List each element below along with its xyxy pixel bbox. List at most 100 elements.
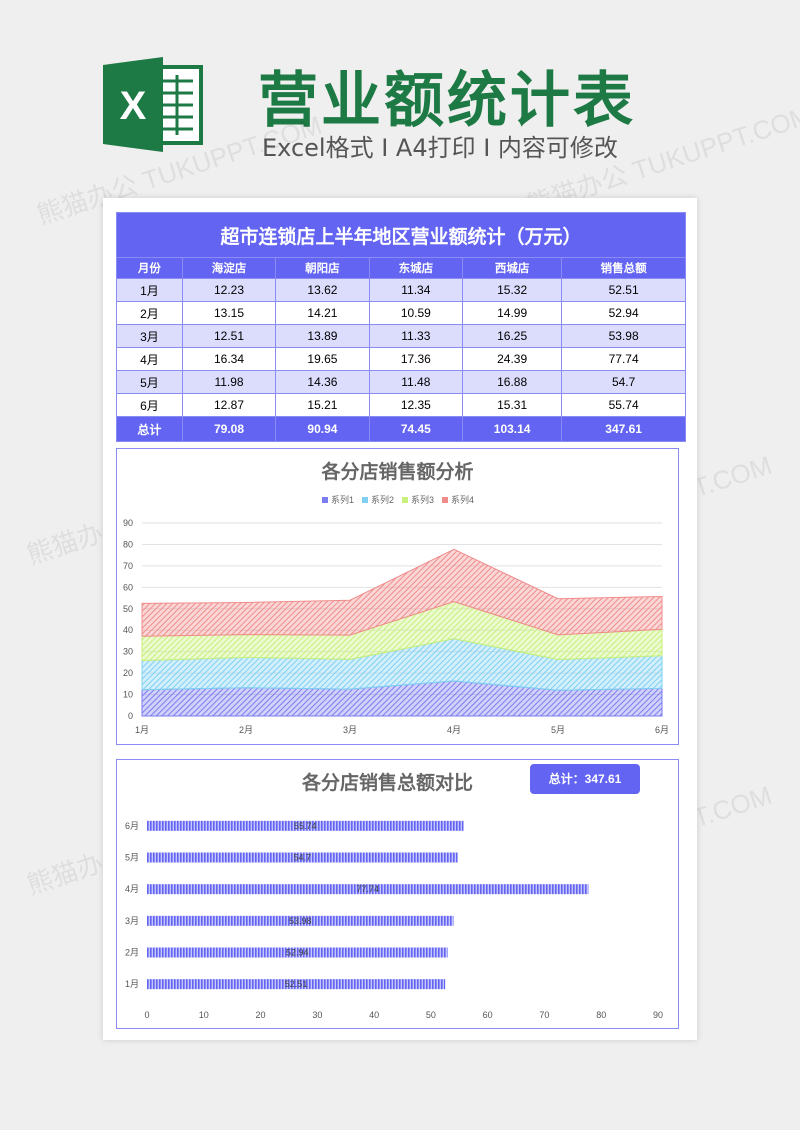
x-tick-label: 0 [144, 1010, 149, 1020]
x-tick-label: 40 [369, 1010, 379, 1020]
x-tick-label: 80 [596, 1010, 606, 1020]
legend-label: 系列4 [451, 494, 474, 505]
total-cell: 79.08 [181, 416, 277, 442]
column-header: 海淀店 [181, 257, 277, 279]
category-label: 4月 [125, 884, 139, 894]
x-tick-label: 6月 [655, 725, 669, 735]
value-cell: 16.88 [462, 370, 563, 394]
value-cell: 13.89 [275, 324, 370, 348]
x-tick-label: 90 [653, 1010, 663, 1020]
value-cell: 16.25 [462, 324, 563, 348]
value-cell: 12.23 [181, 278, 277, 302]
table-row: 3月 12.51 13.89 11.33 16.25 53.98 [116, 324, 686, 348]
legend-label: 系列2 [371, 494, 394, 505]
table-row: 6月 12.87 15.21 12.35 15.31 55.74 [116, 393, 686, 417]
legend-swatch [442, 497, 448, 503]
total-cell: 103.14 [462, 416, 563, 442]
value-cell: 53.98 [561, 324, 686, 348]
value-cell: 24.39 [462, 347, 563, 371]
y-tick-label: 10 [123, 690, 133, 700]
y-tick-label: 40 [123, 625, 133, 635]
value-cell: 11.34 [368, 278, 464, 302]
value-cell: 10.59 [368, 301, 464, 325]
month-cell: 6月 [116, 393, 183, 417]
bar-value-label: 55.74 [294, 821, 317, 831]
bar-value-label: 52.94 [286, 948, 309, 958]
table-caption: 超市连锁店上半年地区营业额统计（万元） [116, 212, 686, 258]
value-cell: 15.21 [275, 393, 370, 417]
column-header: 西城店 [462, 257, 563, 279]
value-cell: 11.48 [368, 370, 464, 394]
value-cell: 12.87 [181, 393, 277, 417]
value-cell: 11.98 [181, 370, 277, 394]
legend-swatch [362, 497, 368, 503]
logo-letter: X [120, 84, 147, 128]
bar-value-label: 54.7 [294, 853, 312, 863]
x-tick-label: 60 [483, 1010, 493, 1020]
x-tick-label: 4月 [447, 725, 461, 735]
value-cell: 11.33 [368, 324, 464, 348]
month-cell: 1月 [116, 278, 183, 302]
value-cell: 14.99 [462, 301, 563, 325]
legend-label: 系列3 [411, 494, 434, 505]
document-page: 超市连锁店上半年地区营业额统计（万元） 月份 海淀店 朝阳店 东城店 西城店 销… [103, 198, 697, 1040]
value-cell: 16.34 [181, 347, 277, 371]
total-row: 总计 79.08 90.94 74.45 103.14 347.61 [116, 416, 686, 442]
table-row: 2月 13.15 14.21 10.59 14.99 52.94 [116, 301, 686, 325]
x-tick-label: 30 [312, 1010, 322, 1020]
value-cell: 12.51 [181, 324, 277, 348]
value-cell: 55.74 [561, 393, 686, 417]
table-header-row: 月份 海淀店 朝阳店 东城店 西城店 销售总额 [116, 257, 686, 279]
x-tick-label: 70 [539, 1010, 549, 1020]
value-cell: 17.36 [368, 347, 464, 371]
value-cell: 54.7 [561, 370, 686, 394]
excel-logo-icon: X [103, 57, 203, 152]
x-tick-label: 1月 [135, 725, 149, 735]
y-tick-label: 70 [123, 561, 133, 571]
value-cell: 15.32 [462, 278, 563, 302]
bar-value-label: 52.51 [285, 979, 308, 989]
value-cell: 19.65 [275, 347, 370, 371]
category-label: 3月 [125, 916, 139, 926]
column-header: 销售总额 [561, 257, 686, 279]
bar-value-label: 77.74 [356, 884, 379, 894]
column-header: 月份 [116, 257, 183, 279]
total-cell: 总计 [116, 416, 183, 442]
bar-chart-panel: 各分店销售总额对比 总计：347.61 55.74 6月 54.7 5月 77.74 4月… [116, 759, 679, 1029]
total-cell: 90.94 [275, 416, 370, 442]
y-tick-label: 50 [123, 604, 133, 614]
legend-swatch [402, 497, 408, 503]
x-tick-label: 5月 [551, 725, 565, 735]
month-cell: 2月 [116, 301, 183, 325]
value-cell: 12.35 [368, 393, 464, 417]
value-cell: 52.94 [561, 301, 686, 325]
legend-label: 系列1 [331, 494, 354, 505]
month-cell: 3月 [116, 324, 183, 348]
bar-value-label: 53.98 [289, 916, 312, 926]
category-label: 5月 [125, 853, 139, 863]
table-row: 1月 12.23 13.62 11.34 15.32 52.51 [116, 278, 686, 302]
column-header: 东城店 [368, 257, 464, 279]
y-tick-label: 30 [123, 647, 133, 657]
y-tick-label: 90 [123, 518, 133, 528]
y-tick-label: 0 [128, 711, 133, 721]
bar-chart: 55.74 6月 54.7 5月 77.74 4月 53.98 3月 52.94 2月 52.51 1… [125, 820, 663, 1020]
value-cell: 77.74 [561, 347, 686, 371]
x-tick-label: 10 [199, 1010, 209, 1020]
category-label: 2月 [125, 948, 139, 958]
value-cell: 13.62 [275, 278, 370, 302]
value-cell: 14.21 [275, 301, 370, 325]
y-tick-label: 60 [123, 582, 133, 592]
value-cell: 15.31 [462, 393, 563, 417]
month-cell: 4月 [116, 347, 183, 371]
total-cell: 74.45 [368, 416, 464, 442]
total-cell: 347.61 [561, 416, 686, 442]
value-cell: 52.51 [561, 278, 686, 302]
area-chart: 0 10 20 30 40 50 60 70 80 90 1月 2月 3月 4月 5月 6月 系列1 系列2 系列3… [123, 494, 669, 735]
category-label: 6月 [125, 821, 139, 831]
x-tick-label: 20 [256, 1010, 266, 1020]
value-cell: 13.15 [181, 301, 277, 325]
y-tick-label: 80 [123, 539, 133, 549]
x-tick-label: 50 [426, 1010, 436, 1020]
sales-table: 超市连锁店上半年地区营业额统计（万元） 月份 海淀店 朝阳店 东城店 西城店 销… [116, 212, 686, 442]
